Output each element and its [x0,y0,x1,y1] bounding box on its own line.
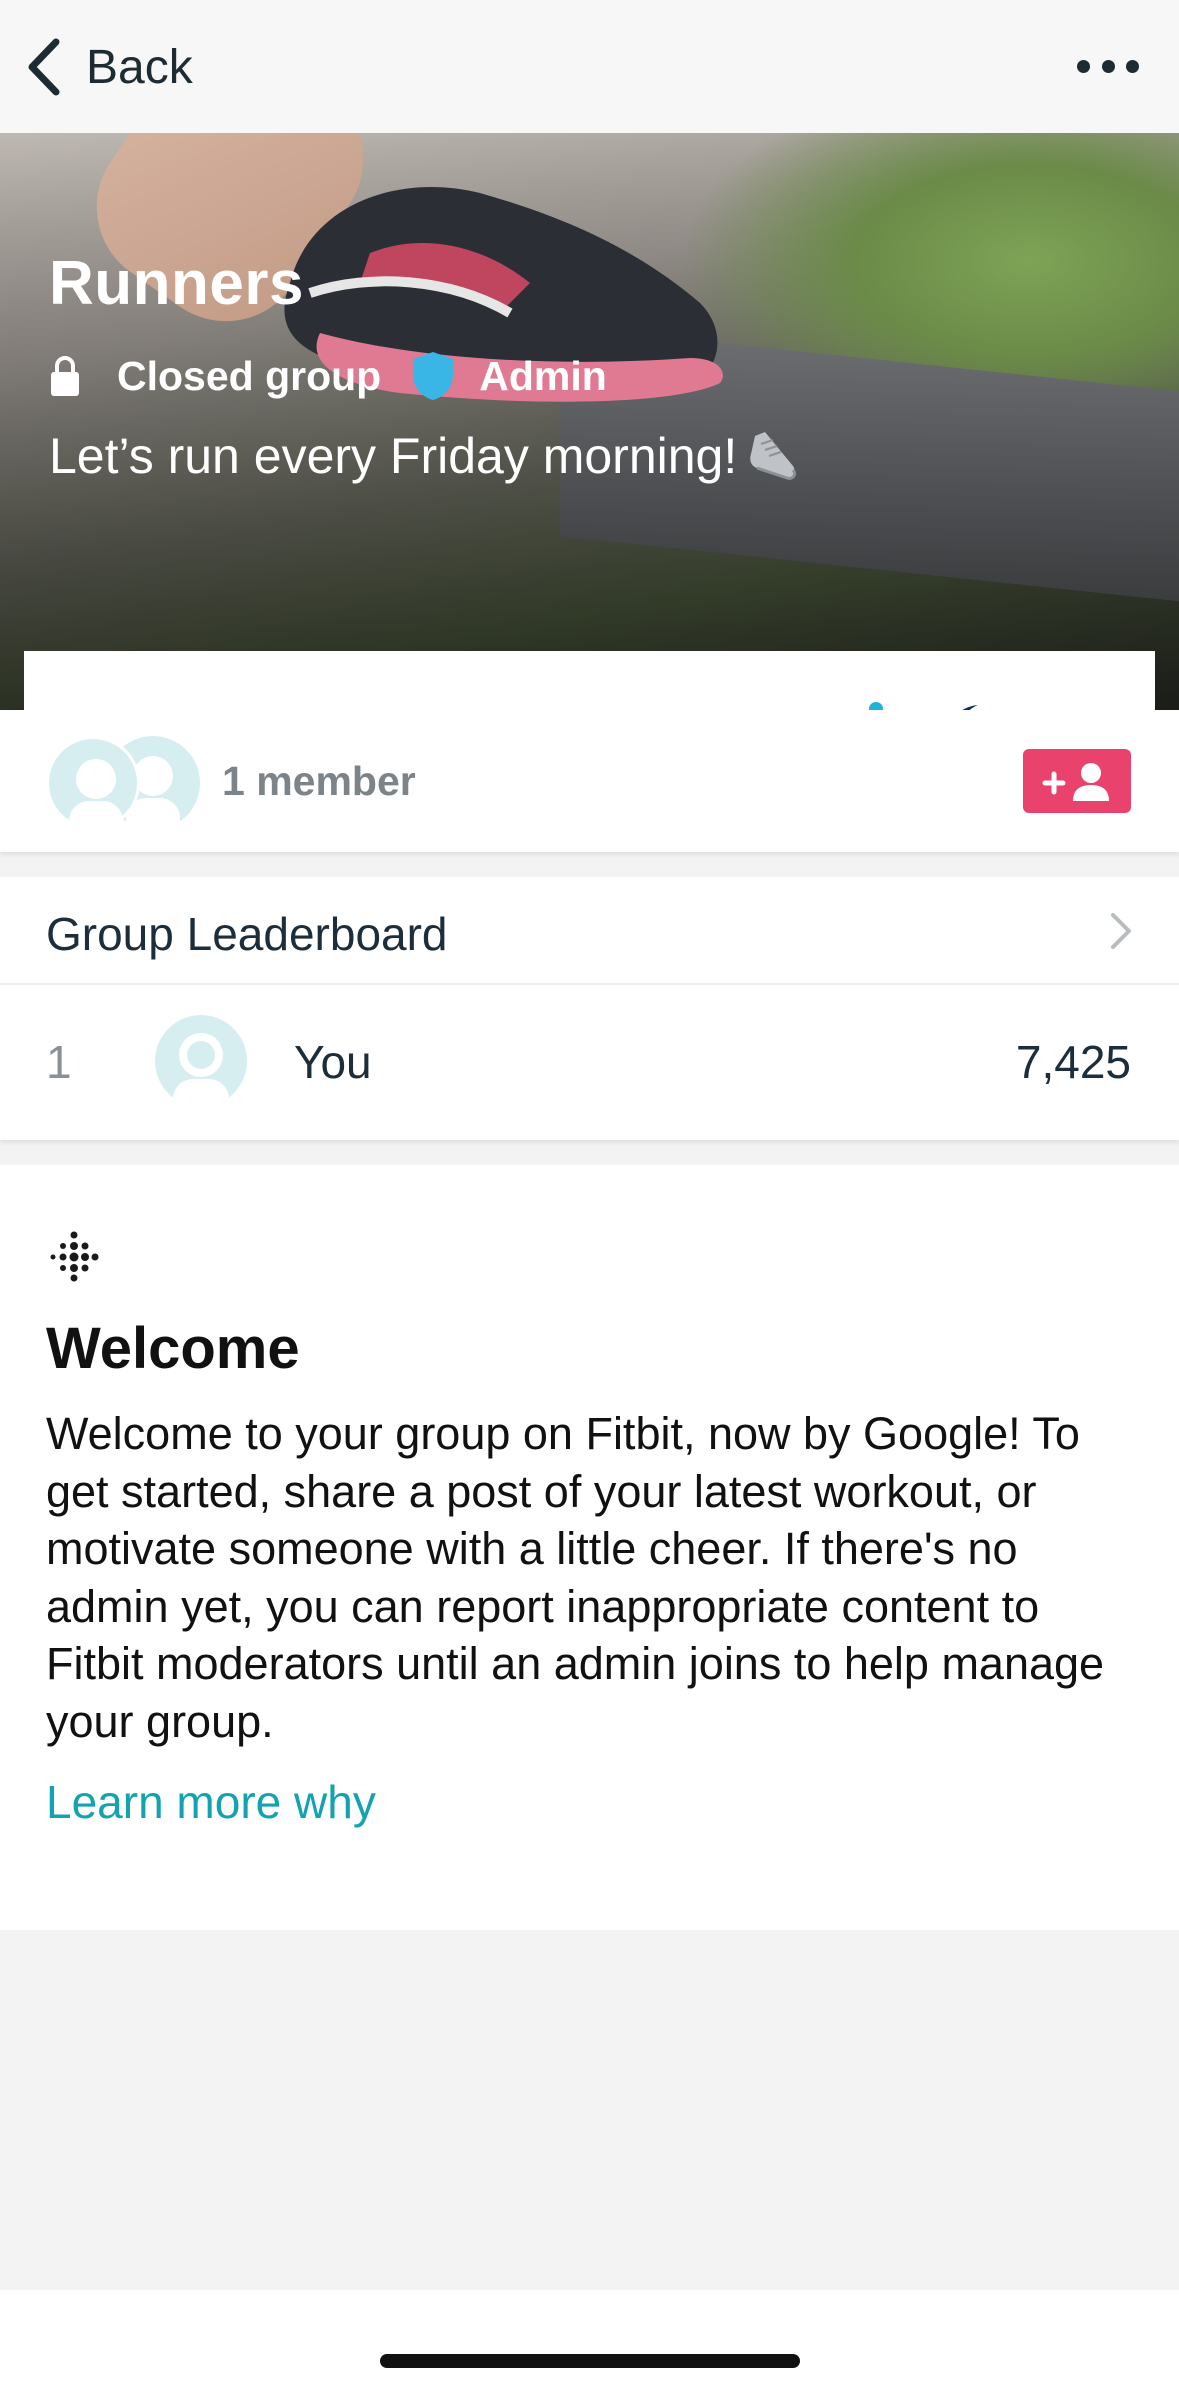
running-shoe-emoji [750,432,797,480]
default-avatar-icon [173,1033,229,1107]
camera-icon[interactable] [1034,699,1104,710]
leaderboard-steps: 7,425 [1015,1036,1131,1088]
avatar [46,736,140,830]
group-tagline: Let’s run every Friday morning! [49,426,803,486]
chevron-right-icon [1111,913,1131,949]
more-horizontal-icon [1077,59,1090,73]
leaderboard-rank: 1 [46,1036,72,1088]
shield-icon [413,352,454,400]
moon-icon[interactable] [938,699,1008,710]
welcome-card: Welcome Welcome to your group on Fitbit,… [0,1165,1179,1930]
group-meta: Closed group Admin [49,351,607,401]
member-count: 1 member [222,758,416,804]
chevron-left-icon [28,38,60,96]
home-indicator[interactable] [380,2354,800,2368]
lock-icon [51,356,79,396]
avatar [155,1015,247,1107]
post-input[interactable]: What are you up to? [73,701,487,710]
back-label: Back [86,40,193,94]
add-member-button[interactable] [1023,749,1131,813]
home-indicator-area [0,2290,1179,2396]
group-leaderboard-card: Group Leaderboard 1 You 7,425 [0,877,1179,1140]
group-privacy: Closed group [117,352,382,399]
top-nav-bar: Back [0,0,1179,133]
group-role: Admin [479,352,607,399]
leaderboard-header[interactable]: Group Leaderboard [0,877,1179,985]
running-person-icon[interactable] [832,699,902,710]
post-composer: What are you up to? [24,651,1155,710]
learn-more-link[interactable]: Learn more why [46,1775,376,1829]
leaderboard-name: You [294,1036,372,1088]
welcome-body: Welcome to your group on Fitbit, now by … [46,1408,1105,1747]
add-person-icon [1042,763,1109,801]
welcome-title: Welcome [46,1316,300,1381]
member-avatars [46,736,206,830]
back-button[interactable]: Back [24,36,193,98]
group-name: Runners [49,249,304,318]
leaderboard-row[interactable]: 1 You 7,425 [0,985,1179,1140]
group-header-banner: Runners Closed group Admin Let’s run eve… [0,133,1179,710]
members-row[interactable]: 1 member [0,710,1179,852]
fitbit-logo-icon [50,1231,99,1282]
tagline-text: Let’s run every Friday morning! [49,428,738,484]
more-options-button[interactable] [1077,44,1139,88]
leaderboard-title: Group Leaderboard [46,908,448,960]
